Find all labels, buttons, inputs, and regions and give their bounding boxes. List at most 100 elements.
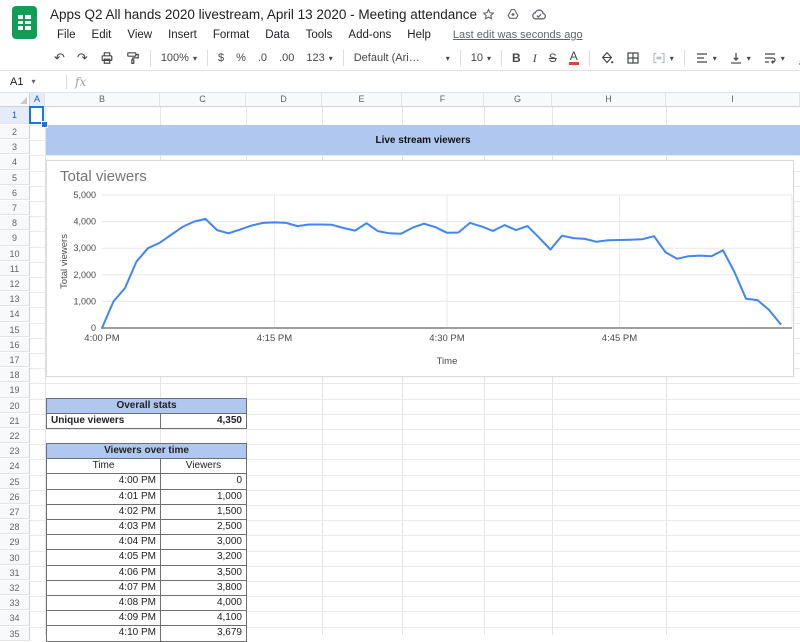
row-header-31[interactable]: 31 [0, 565, 30, 580]
row-header-16[interactable]: 16 [0, 337, 30, 352]
text-wrap-select[interactable]: ▾ [757, 48, 791, 68]
increase-decimal-button[interactable]: .00 [273, 48, 300, 68]
column-header-F[interactable]: F [402, 93, 484, 107]
cell[interactable]: 4:04 PM [46, 534, 161, 551]
column-header-A[interactable]: A [30, 93, 45, 107]
cell[interactable]: 1,500 [160, 503, 247, 521]
cell[interactable]: 4:05 PM [46, 549, 161, 566]
cell[interactable]: Viewers over time [46, 442, 247, 460]
row-header-10[interactable]: 10 [0, 246, 30, 261]
row-header-8[interactable]: 8 [0, 216, 30, 231]
cell[interactable]: 3,679 [160, 625, 247, 642]
document-title[interactable]: Apps Q2 All hands 2020 livestream, April… [50, 7, 477, 22]
select-all-corner[interactable] [0, 93, 30, 107]
row-header-11[interactable]: 11 [0, 261, 30, 276]
cell[interactable]: 4,350 [160, 413, 247, 430]
row-header-22[interactable]: 22 [0, 429, 30, 444]
row-header-1[interactable]: 1 [0, 107, 30, 124]
cell[interactable]: 3,800 [160, 579, 247, 597]
row-header-15[interactable]: 15 [0, 322, 30, 337]
row-header-23[interactable]: 23 [0, 444, 30, 459]
cell[interactable]: 4:07 PM [46, 579, 161, 597]
print-button[interactable] [94, 48, 120, 68]
cell[interactable]: 1,000 [160, 488, 247, 505]
cell[interactable]: 4:06 PM [46, 564, 161, 581]
text-rotation-select[interactable]: ▾ [791, 48, 800, 68]
row-header-3[interactable]: 3 [0, 140, 30, 155]
cell[interactable]: 3,500 [160, 564, 247, 581]
row-header-25[interactable]: 25 [0, 474, 30, 489]
horizontal-align-select[interactable]: ▾ [689, 48, 723, 68]
cell[interactable]: 3,200 [160, 549, 247, 566]
formula-input[interactable] [86, 71, 800, 92]
cell[interactable]: 2,500 [160, 519, 247, 536]
number-format-select[interactable]: 123 ▾ [300, 48, 338, 68]
cell[interactable]: 3,000 [160, 534, 247, 551]
menu-item-edit[interactable]: Edit [84, 27, 120, 43]
cell[interactable]: 4:08 PM [46, 595, 161, 612]
row-header-28[interactable]: 28 [0, 520, 30, 535]
column-header-G[interactable]: G [484, 93, 552, 107]
cell[interactable]: 4:10 PM [46, 625, 161, 642]
row-header-13[interactable]: 13 [0, 292, 30, 307]
percent-format-button[interactable]: % [230, 48, 252, 68]
column-header-C[interactable]: C [160, 93, 246, 107]
menu-item-insert[interactable]: Insert [160, 27, 205, 43]
column-header-D[interactable]: D [246, 93, 322, 107]
cell[interactable]: 4:02 PM [46, 503, 161, 521]
row-header-5[interactable]: 5 [0, 170, 30, 185]
row-header-33[interactable]: 33 [0, 596, 30, 611]
row-header-17[interactable]: 17 [0, 353, 30, 368]
row-header-27[interactable]: 27 [0, 505, 30, 520]
row-header-21[interactable]: 21 [0, 413, 30, 428]
column-header-E[interactable]: E [322, 93, 402, 107]
row-header-34[interactable]: 34 [0, 611, 30, 626]
embedded-chart[interactable]: Total viewers 0 1,000 2,000 3,000 4,000 5,000… [46, 160, 794, 377]
fill-handle[interactable] [41, 121, 48, 128]
sheets-logo[interactable] [12, 6, 37, 39]
zoom-select[interactable]: 100% ▾ [155, 48, 203, 68]
cell[interactable]: Overall stats [46, 397, 247, 415]
redo-button[interactable]: ↷ [71, 48, 94, 68]
cell[interactable]: Time [46, 458, 161, 475]
menu-item-help[interactable]: Help [399, 27, 439, 43]
menu-item-file[interactable]: File [49, 27, 84, 43]
undo-button[interactable]: ↶ [48, 48, 71, 68]
row-header-6[interactable]: 6 [0, 185, 30, 200]
add-shortcut-to-drive-icon[interactable] [506, 8, 520, 21]
row-header-26[interactable]: 26 [0, 489, 30, 504]
row-header-18[interactable]: 18 [0, 368, 30, 383]
row-header-29[interactable]: 29 [0, 535, 30, 550]
cell[interactable]: 4,100 [160, 610, 247, 627]
cell[interactable]: 4:03 PM [46, 519, 161, 536]
strikethrough-button[interactable]: S [543, 48, 563, 68]
name-box[interactable]: A1 ▾ [0, 76, 62, 88]
row-header-2[interactable]: 2 [0, 125, 30, 140]
row-header-35[interactable]: 35 [0, 626, 30, 641]
row-header-24[interactable]: 24 [0, 459, 30, 474]
column-header-I[interactable]: I [666, 93, 800, 107]
row-header-19[interactable]: 19 [0, 383, 30, 398]
menu-item-addons[interactable]: Add-ons [340, 27, 399, 43]
cell[interactable]: Unique viewers [46, 413, 161, 430]
row-header-12[interactable]: 12 [0, 277, 30, 292]
column-header-H[interactable]: H [552, 93, 666, 107]
row-header-32[interactable]: 32 [0, 581, 30, 596]
cell[interactable]: 4:01 PM [46, 488, 161, 505]
row-header-4[interactable]: 4 [0, 155, 30, 170]
star-icon[interactable] [482, 8, 495, 21]
text-color-button[interactable]: A [563, 48, 585, 68]
menu-item-format[interactable]: Format [205, 27, 257, 43]
decrease-decimal-button[interactable]: .0 [252, 48, 273, 68]
font-family-select[interactable]: Default (Ari… ▾ [348, 48, 456, 68]
cell[interactable]: 0 [160, 473, 247, 490]
merged-banner-cell[interactable]: Live stream viewers [46, 125, 800, 155]
borders-button[interactable] [620, 48, 646, 68]
row-header-14[interactable]: 14 [0, 307, 30, 322]
column-header-B[interactable]: B [45, 93, 160, 107]
italic-button[interactable]: I [527, 48, 543, 68]
menu-item-data[interactable]: Data [257, 27, 297, 43]
cell[interactable]: 4:00 PM [46, 473, 161, 490]
fill-color-button[interactable] [594, 48, 620, 68]
menu-item-tools[interactable]: Tools [298, 27, 341, 43]
